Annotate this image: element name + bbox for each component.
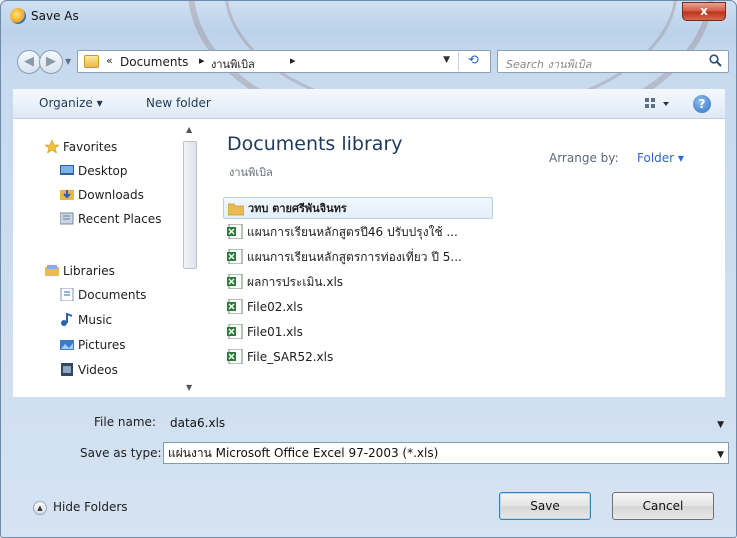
file-row[interactable]: แผนการเรียนหลักสูตรปี46 ปรับปรุงใช้ ...: [223, 221, 493, 243]
navigation-bar: ◀ ▶ ▼ « Documents ▸ งานพิเบิล ▸ ▼ ⟲ Sear…: [1, 45, 736, 74]
file-name: File_SAR52.xls: [247, 350, 334, 364]
sidebar-item-downloads[interactable]: Downloads: [60, 185, 144, 205]
save-as-dialog: Save As x ◀ ▶ ▼ « Documents ▸ งานพิเบิล …: [0, 0, 737, 538]
recent-pages-arrow-icon[interactable]: ▼: [65, 57, 71, 66]
filename-value: data6.xls: [170, 416, 226, 430]
arrange-by-dropdown[interactable]: Folder ▾: [637, 151, 684, 165]
downloads-folder-icon: [60, 190, 74, 200]
sidebar-item-desktop[interactable]: Desktop: [60, 161, 128, 181]
excel-file-icon: [227, 249, 243, 264]
file-name: วทบ ตายศรีพันจินทร: [248, 202, 347, 215]
file-name: File02.xls: [247, 300, 303, 314]
file-row[interactable]: ผลการประเมิน.xls: [223, 271, 493, 293]
hide-folders-label: Hide Folders: [53, 500, 128, 514]
documents-icon: [60, 288, 74, 301]
videos-icon: [61, 363, 73, 376]
file-name: ผลการประเมิน.xls: [247, 275, 344, 289]
search-icon[interactable]: [709, 54, 722, 67]
window-title: Save As: [31, 9, 79, 23]
search-placeholder: Search งานพิเบิล: [506, 58, 592, 71]
sidebar-item-label: Documents: [78, 288, 147, 302]
help-icon[interactable]: ?: [693, 95, 711, 113]
arrange-by-label: Arrange by:: [549, 151, 619, 165]
save-as-type-select[interactable]: แผ่นงาน Microsoft Office Excel 97-2003 (…: [163, 442, 729, 464]
hide-folders-button[interactable]: ▲ Hide Folders: [33, 500, 128, 515]
main-content: Favorites Desktop Downloads Recent Place…: [13, 119, 725, 397]
close-button[interactable]: x: [682, 2, 726, 21]
sidebar-item-label: Videos: [78, 363, 118, 377]
file-name: แผนการเรียนหลักสูตรการท่องเที่ยว ปี 5...: [247, 250, 462, 264]
app-icon: [10, 8, 26, 24]
library-subtitle: งานพิเบิล: [229, 166, 273, 179]
file-row[interactable]: วทบ ตายศรีพันจินทร: [223, 197, 493, 219]
organize-button[interactable]: Organize ▾: [39, 96, 103, 110]
navigation-pane: Favorites Desktop Downloads Recent Place…: [13, 119, 201, 397]
filename-label: File name:: [94, 415, 156, 429]
recent-places-icon: [60, 212, 74, 225]
breadcrumb-separator-icon[interactable]: ▸: [199, 54, 205, 67]
sidebar-item-label: Desktop: [78, 164, 128, 178]
star-icon: [45, 140, 59, 153]
sidebar-item-label: Pictures: [78, 338, 126, 352]
breadcrumb-separator-icon[interactable]: ▸: [290, 54, 296, 67]
forward-button[interactable]: ▶: [39, 50, 63, 74]
breadcrumb-current-folder[interactable]: งานพิเบิล: [211, 55, 255, 73]
sidebar-item-recent-places[interactable]: Recent Places: [60, 209, 162, 229]
file-name: แผนการเรียนหลักสูตรปี46 ปรับปรุงใช้ ...: [247, 225, 458, 239]
address-bar[interactable]: « Documents ▸ งานพิเบิล ▸ ▼ ⟲: [77, 50, 491, 73]
command-toolbar: Organize ▾ New folder ?: [13, 89, 725, 119]
sidebar-item-videos[interactable]: Videos: [61, 360, 118, 380]
change-view-icon[interactable]: [643, 96, 673, 112]
save-button[interactable]: Save: [499, 492, 591, 520]
scroll-down-icon[interactable]: ▼: [186, 383, 192, 392]
music-icon: [61, 313, 73, 326]
library-title: Documents library: [227, 133, 403, 155]
sidebar-item-label: Downloads: [78, 188, 144, 202]
excel-file-icon: [227, 299, 243, 314]
new-folder-button[interactable]: New folder: [146, 96, 211, 110]
folder-icon: [228, 203, 244, 216]
sidebar-item-music[interactable]: Music: [61, 310, 113, 330]
sidebar-libraries[interactable]: Libraries: [45, 261, 115, 281]
address-dropdown-icon[interactable]: ▼: [443, 55, 450, 65]
savetype-label: Save as type:: [80, 446, 162, 460]
sidebar-libraries-label: Libraries: [63, 264, 115, 278]
title-bar: Save As x: [1, 1, 736, 31]
excel-file-icon: [227, 324, 243, 339]
savetype-dropdown-icon[interactable]: ▼: [717, 445, 724, 465]
sidebar-scrollbar[interactable]: ▲ ▼: [183, 125, 197, 392]
sidebar-item-pictures[interactable]: Pictures: [60, 335, 126, 355]
sidebar-item-documents[interactable]: Documents: [60, 285, 147, 305]
sidebar-item-label: Recent Places: [78, 212, 162, 226]
desktop-icon: [60, 165, 74, 175]
excel-file-icon: [227, 274, 243, 289]
file-list-pane: Documents library งานพิเบิล Arrange by: …: [213, 119, 723, 397]
sidebar-favorites[interactable]: Favorites: [45, 137, 118, 157]
scrollbar-thumb[interactable]: [183, 141, 197, 269]
file-row[interactable]: File_SAR52.xls: [223, 346, 493, 368]
chevron-up-icon: ▲: [33, 500, 47, 515]
excel-file-icon: [227, 224, 243, 239]
sidebar-item-label: Music: [78, 313, 113, 327]
folder-icon: [84, 55, 99, 68]
filename-dropdown-icon[interactable]: ▼: [717, 415, 724, 435]
file-row[interactable]: File01.xls: [223, 321, 493, 343]
refresh-button[interactable]: ⟲: [458, 52, 488, 71]
file-row[interactable]: File02.xls: [223, 296, 493, 318]
search-input[interactable]: Search งานพิเบิล: [497, 50, 729, 73]
excel-file-icon: [227, 349, 243, 364]
libraries-icon: [45, 265, 59, 276]
sidebar-favorites-label: Favorites: [63, 140, 118, 154]
file-name: File01.xls: [247, 325, 303, 339]
scroll-up-icon[interactable]: ▲: [186, 125, 192, 134]
breadcrumb-documents[interactable]: Documents: [120, 55, 188, 69]
file-row[interactable]: แผนการเรียนหลักสูตรการท่องเที่ยว ปี 5...: [223, 246, 493, 268]
filename-field[interactable]: data6.xls ▼: [163, 412, 729, 434]
breadcrumb-overflow[interactable]: «: [106, 54, 113, 67]
pictures-icon: [60, 340, 74, 350]
savetype-value: แผ่นงาน Microsoft Office Excel 97-2003 (…: [168, 446, 439, 460]
cancel-button[interactable]: Cancel: [612, 492, 714, 520]
back-button[interactable]: ◀: [17, 50, 41, 74]
